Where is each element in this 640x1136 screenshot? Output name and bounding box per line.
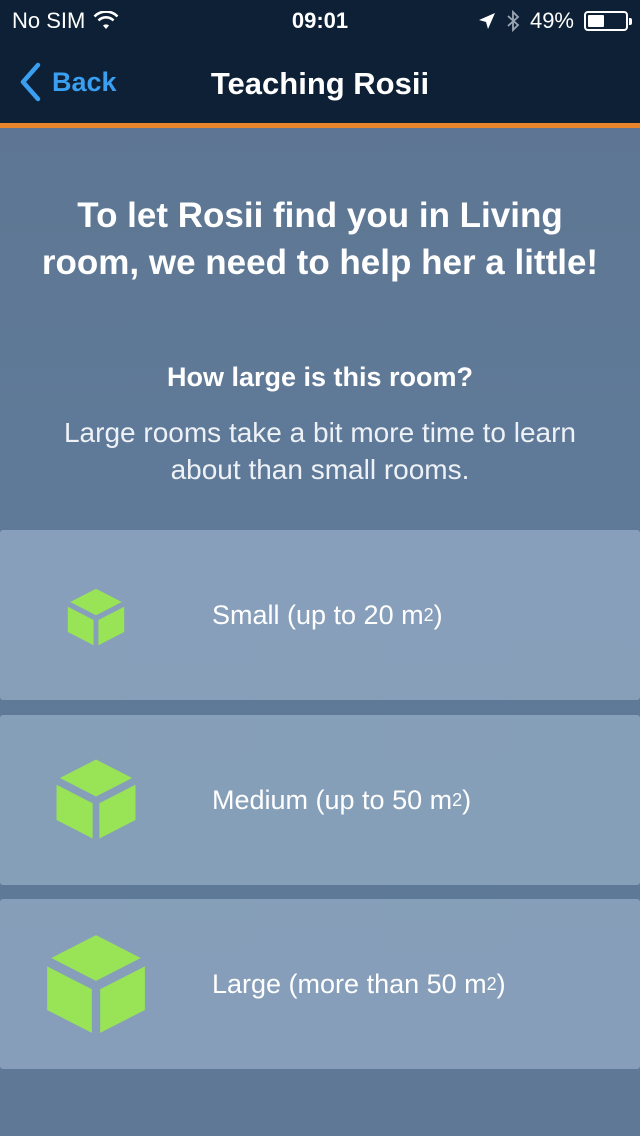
location-arrow-icon — [478, 13, 495, 29]
option-label: Medium (up to 50 m 2) — [212, 784, 472, 815]
page-title: Teaching Rosii — [210, 66, 430, 101]
option-small[interactable]: Small (up to 20 m 2) — [0, 530, 640, 700]
medium-cube-icon — [56, 759, 136, 839]
battery-nub — [629, 18, 632, 25]
battery-percent: 49% — [529, 8, 574, 33]
description: Large rooms take a bit more time to lear… — [63, 417, 576, 485]
option-large[interactable]: Large (more than 50 m 2) — [0, 899, 640, 1069]
option-label: Small (up to 20 m 2) — [212, 599, 443, 630]
navigation-bar: Back Teaching Rosii — [0, 40, 640, 128]
large-cube-icon — [47, 935, 145, 1033]
battery-fill — [588, 15, 604, 27]
headline: To let Rosii find you in Living room, we… — [41, 196, 599, 282]
battery-icon — [584, 11, 632, 31]
status-right: 49% — [478, 8, 632, 34]
status-bar: No SIM 09:01 49% — [0, 0, 640, 40]
option-label: Large (more than 50 m 2) — [212, 968, 506, 999]
small-cube-icon — [67, 588, 125, 646]
question: How large is this room? — [166, 362, 474, 392]
option-medium[interactable]: Medium (up to 50 m 2) — [0, 715, 640, 885]
bluetooth-icon — [507, 10, 520, 32]
